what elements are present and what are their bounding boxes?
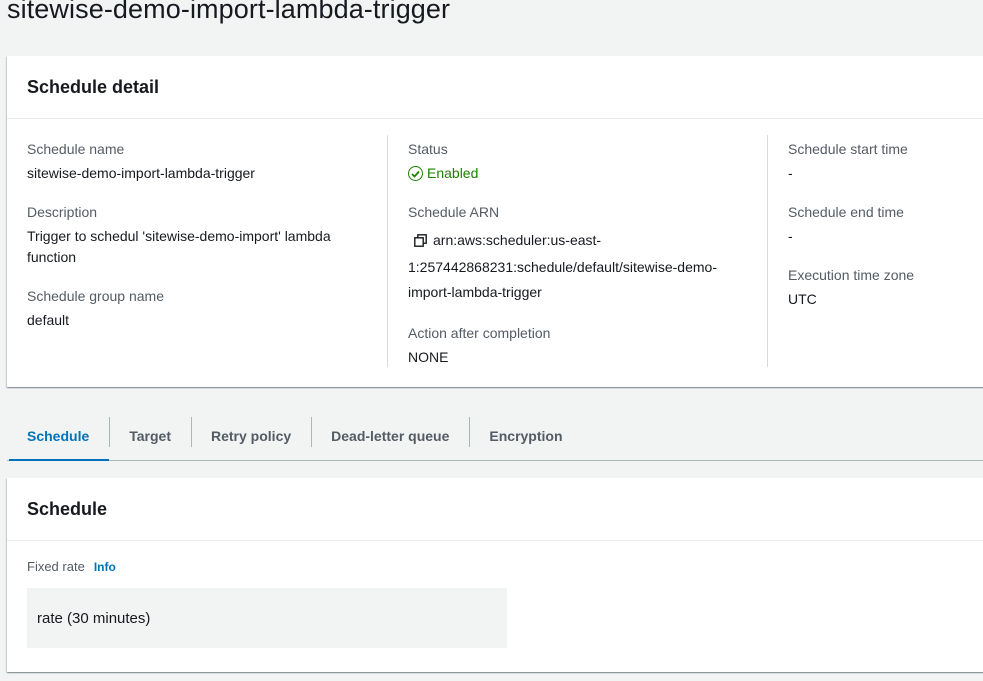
schedule-group-label: Schedule group name: [27, 288, 164, 304]
timezone-label: Execution time zone: [788, 267, 915, 283]
schedule-group-field: Schedule group name default: [27, 286, 387, 331]
schedule-arn-line-3: import-lambda-trigger: [408, 284, 542, 300]
schedule-start-field: Schedule start time -: [788, 139, 983, 184]
check-circle-icon: [408, 166, 423, 181]
schedule-end-value: -: [788, 228, 793, 244]
schedule-name-field: Schedule name sitewise-demo-import-lambd…: [27, 139, 387, 184]
status-label: Status: [408, 141, 448, 157]
fixed-rate-value: rate (30 minutes): [27, 588, 507, 648]
detail-column-2: Status Enabled Schedule ARN arn:aws:sche…: [387, 135, 767, 367]
schedule-end-field: Schedule end time -: [788, 202, 983, 247]
schedule-name-value: sitewise-demo-import-lambda-trigger: [27, 165, 255, 181]
fixed-rate-label-row: Fixed rate Info: [27, 559, 977, 574]
copy-icon[interactable]: [414, 230, 427, 255]
schedule-detail-header: Schedule detail: [7, 56, 983, 119]
tab-retry-policy[interactable]: Retry policy: [191, 413, 311, 459]
schedule-start-label: Schedule start time: [788, 141, 908, 157]
page-title: sitewise-demo-import-lambda-trigger: [7, 0, 451, 24]
schedule-panel-body: Fixed rate Info rate (30 minutes): [7, 541, 983, 648]
tab-target[interactable]: Target: [109, 413, 191, 459]
action-after-completion-value: NONE: [408, 349, 449, 365]
action-after-completion-field: Action after completion NONE: [408, 323, 767, 368]
schedule-group-value: default: [27, 312, 70, 328]
schedule-panel: Schedule Fixed rate Info rate (30 minute…: [7, 478, 983, 672]
description-label: Description: [27, 204, 98, 220]
schedule-arn-line-2: 1:257442868231:schedule/default/sitewise…: [408, 259, 717, 275]
detail-column-1: Schedule name sitewise-demo-import-lambd…: [27, 119, 387, 369]
schedule-panel-header: Schedule: [7, 478, 983, 541]
schedule-arn-field: Schedule ARN arn:aws:scheduler:us-east- …: [408, 202, 767, 305]
status-field: Status Enabled: [408, 139, 767, 184]
schedule-arn-value: arn:aws:scheduler:us-east- 1:25744286823…: [408, 226, 767, 305]
description-field: Description Trigger to schedul 'sitewise…: [27, 202, 387, 268]
schedule-arn-line-1: arn:aws:scheduler:us-east-: [433, 232, 602, 248]
timezone-field: Execution time zone UTC: [788, 265, 983, 310]
schedule-detail-panel: Schedule detail Schedule name sitewise-d…: [7, 56, 983, 387]
schedule-start-value: -: [788, 165, 793, 181]
description-value: Trigger to schedul 'sitewise-demo-import…: [27, 228, 331, 265]
tab-dead-letter-queue[interactable]: Dead-letter queue: [311, 413, 469, 459]
timezone-value: UTC: [788, 291, 817, 307]
schedule-name-label: Schedule name: [27, 141, 125, 157]
tab-schedule[interactable]: Schedule: [7, 413, 110, 461]
fixed-rate-label: Fixed rate: [27, 559, 85, 574]
detail-columns: Schedule name sitewise-demo-import-lambd…: [7, 119, 983, 387]
detail-column-3: Schedule start time - Schedule end time …: [767, 135, 983, 367]
status-text: Enabled: [427, 165, 479, 181]
schedule-arn-label: Schedule ARN: [408, 204, 500, 220]
info-link[interactable]: Info: [94, 560, 116, 574]
action-after-completion-label: Action after completion: [408, 325, 551, 341]
status-value: Enabled: [408, 163, 767, 184]
schedule-end-label: Schedule end time: [788, 204, 904, 220]
tab-encryption[interactable]: Encryption: [469, 413, 582, 459]
detail-tabs: Schedule Target Retry policy Dead-letter…: [7, 413, 983, 461]
